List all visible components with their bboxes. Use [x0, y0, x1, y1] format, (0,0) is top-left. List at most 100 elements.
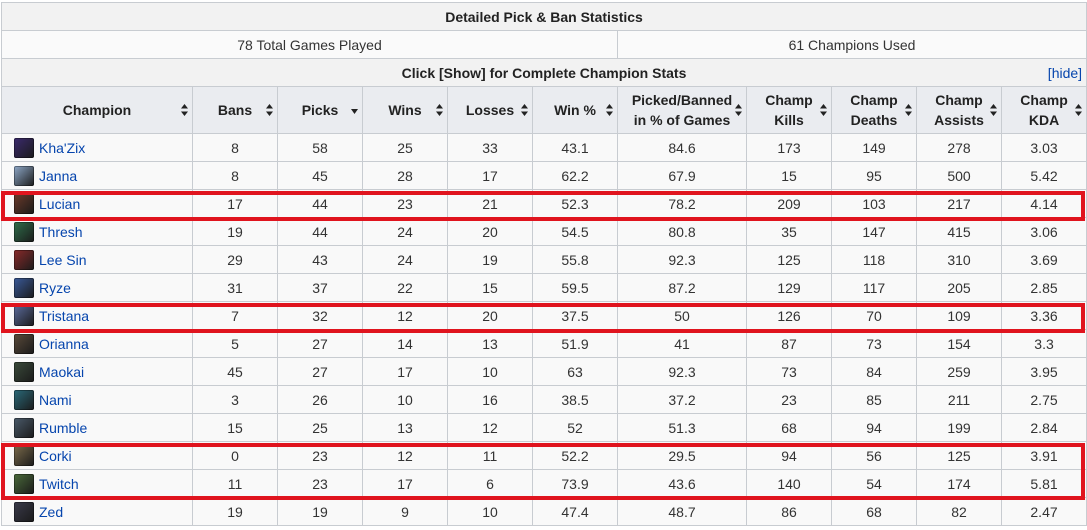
cell-assists: 310: [916, 245, 1002, 274]
cell-kills: 173: [746, 133, 832, 162]
cell-assists: 174: [916, 469, 1002, 498]
cell-pickban: 37.2: [617, 385, 747, 414]
champion-portrait-icon[interactable]: [14, 445, 34, 466]
champion-link[interactable]: Thresh: [39, 224, 83, 240]
sort-icon: [606, 104, 613, 116]
cell-picks: 23: [277, 441, 363, 470]
cell-assists: 259: [916, 357, 1002, 386]
champions-used-summary: 61 Champions Used: [616, 30, 1087, 59]
cell-kills: 86: [746, 497, 832, 526]
hide-link[interactable]: hide: [1052, 65, 1078, 81]
champion-link[interactable]: Lee Sin: [39, 252, 86, 268]
champion-link[interactable]: Orianna: [39, 336, 89, 352]
cell-winpct: 37.5: [532, 301, 618, 330]
cell-winpct: 63: [532, 357, 618, 386]
cell-losses: 15: [447, 273, 533, 302]
cell-wins: 14: [362, 329, 448, 358]
cell-kills: 126: [746, 301, 832, 330]
champion-link[interactable]: Kha'Zix: [39, 140, 85, 156]
champion-portrait-icon[interactable]: [14, 277, 34, 298]
table-row: Thresh 19 44 24 20 54.5 80.8 35 147 415 3.06: [1, 217, 1087, 246]
cell-wins: 28: [362, 161, 448, 190]
cell-assists: 211: [916, 385, 1002, 414]
cell-picks: 44: [277, 217, 363, 246]
cell-winpct: 43.1: [532, 133, 618, 162]
cell-bans: 8: [192, 161, 278, 190]
show-stats-caption: Click [Show] for Complete Champion Stats…: [0, 58, 1087, 87]
champion-link[interactable]: Twitch: [39, 476, 79, 492]
champion-link[interactable]: Ryze: [39, 280, 71, 296]
cell-deaths: 147: [831, 217, 917, 246]
champion-portrait-icon[interactable]: [14, 501, 34, 522]
table-row: Janna 8 45 28 17 62.2 67.9 15 95 500 5.42: [1, 161, 1087, 190]
col-header-wins[interactable]: Wins: [362, 86, 448, 134]
cell-winpct: 51.9: [532, 329, 618, 358]
cell-wins: 24: [362, 245, 448, 274]
cell-kda: 5.42: [1000, 161, 1087, 190]
cell-picks: 45: [277, 161, 363, 190]
col-header-bans[interactable]: Bans: [192, 86, 278, 134]
cell-deaths: 54: [831, 469, 917, 498]
cell-picks: 58: [277, 133, 363, 162]
sort-icon: [735, 104, 742, 116]
table-row: Tristana 7 32 12 20 37.5 50 126 70 109 3.36: [1, 301, 1087, 330]
cell-pickban: 50: [617, 301, 747, 330]
cell-bans: 19: [192, 497, 278, 526]
col-header-win-pct[interactable]: Win %: [532, 86, 618, 134]
champion-link[interactable]: Janna: [39, 168, 77, 184]
cell-deaths: 103: [831, 189, 917, 218]
champion-link[interactable]: Tristana: [39, 308, 89, 324]
col-header-losses[interactable]: Losses: [447, 86, 533, 134]
champion-cell: Ryze: [1, 273, 193, 302]
col-header-picks[interactable]: Picks: [277, 86, 363, 134]
col-header-champ-kda[interactable]: Champ KDA: [1000, 86, 1087, 134]
champion-cell: Nami: [1, 385, 193, 414]
champion-portrait-icon[interactable]: [14, 249, 34, 270]
champion-link[interactable]: Corki: [39, 448, 72, 464]
cell-picks: 32: [277, 301, 363, 330]
col-header-champion[interactable]: Champion: [1, 86, 193, 134]
champion-link[interactable]: Lucian: [39, 196, 80, 212]
champion-link[interactable]: Rumble: [39, 420, 87, 436]
champion-cell: Maokai: [1, 357, 193, 386]
champion-link[interactable]: Zed: [39, 504, 63, 520]
champion-portrait-icon[interactable]: [14, 221, 34, 242]
champion-portrait-icon[interactable]: [14, 165, 34, 186]
champion-portrait-icon[interactable]: [14, 333, 34, 354]
cell-pickban: 84.6: [617, 133, 747, 162]
cell-wins: 12: [362, 301, 448, 330]
table-row: Lucian 17 44 23 21 52.3 78.2 209 103 217 4.14: [1, 189, 1087, 218]
table-row: Zed 19 19 9 10 47.4 48.7 86 68 82 2.47: [1, 497, 1087, 526]
champion-cell: Kha'Zix: [1, 133, 193, 162]
col-header-pick-ban-pct[interactable]: Picked/Banned in % of Games: [617, 86, 747, 134]
cell-wins: 17: [362, 469, 448, 498]
champion-cell: Tristana: [1, 301, 193, 330]
cell-bans: 29: [192, 245, 278, 274]
cell-kills: 87: [746, 329, 832, 358]
cell-deaths: 85: [831, 385, 917, 414]
col-header-champ-deaths[interactable]: Champ Deaths: [831, 86, 917, 134]
champion-link[interactable]: Nami: [39, 392, 72, 408]
cell-wins: 23: [362, 189, 448, 218]
cell-kills: 129: [746, 273, 832, 302]
table-row: Twitch 11 23 17 6 73.9 43.6 140 54 174 5.81: [1, 469, 1087, 498]
champion-link[interactable]: Maokai: [39, 364, 84, 380]
col-header-champ-kills[interactable]: Champ Kills: [746, 86, 832, 134]
cell-winpct: 73.9: [532, 469, 618, 498]
col-header-champ-assists[interactable]: Champ Assists: [916, 86, 1002, 134]
champion-portrait-icon[interactable]: [14, 473, 34, 494]
cell-deaths: 70: [831, 301, 917, 330]
cell-kda: 2.85: [1000, 273, 1087, 302]
champion-portrait-icon[interactable]: [14, 137, 34, 158]
cell-kills: 94: [746, 441, 832, 470]
champion-portrait-icon[interactable]: [14, 417, 34, 438]
cell-kda: 3.36: [1000, 301, 1087, 330]
cell-losses: 10: [447, 497, 533, 526]
cell-kills: 125: [746, 245, 832, 274]
champion-portrait-icon[interactable]: [14, 305, 34, 326]
champion-portrait-icon[interactable]: [14, 193, 34, 214]
cell-kills: 68: [746, 413, 832, 442]
champion-portrait-icon[interactable]: [14, 361, 34, 382]
champion-portrait-icon[interactable]: [14, 389, 34, 410]
cell-deaths: 56: [831, 441, 917, 470]
